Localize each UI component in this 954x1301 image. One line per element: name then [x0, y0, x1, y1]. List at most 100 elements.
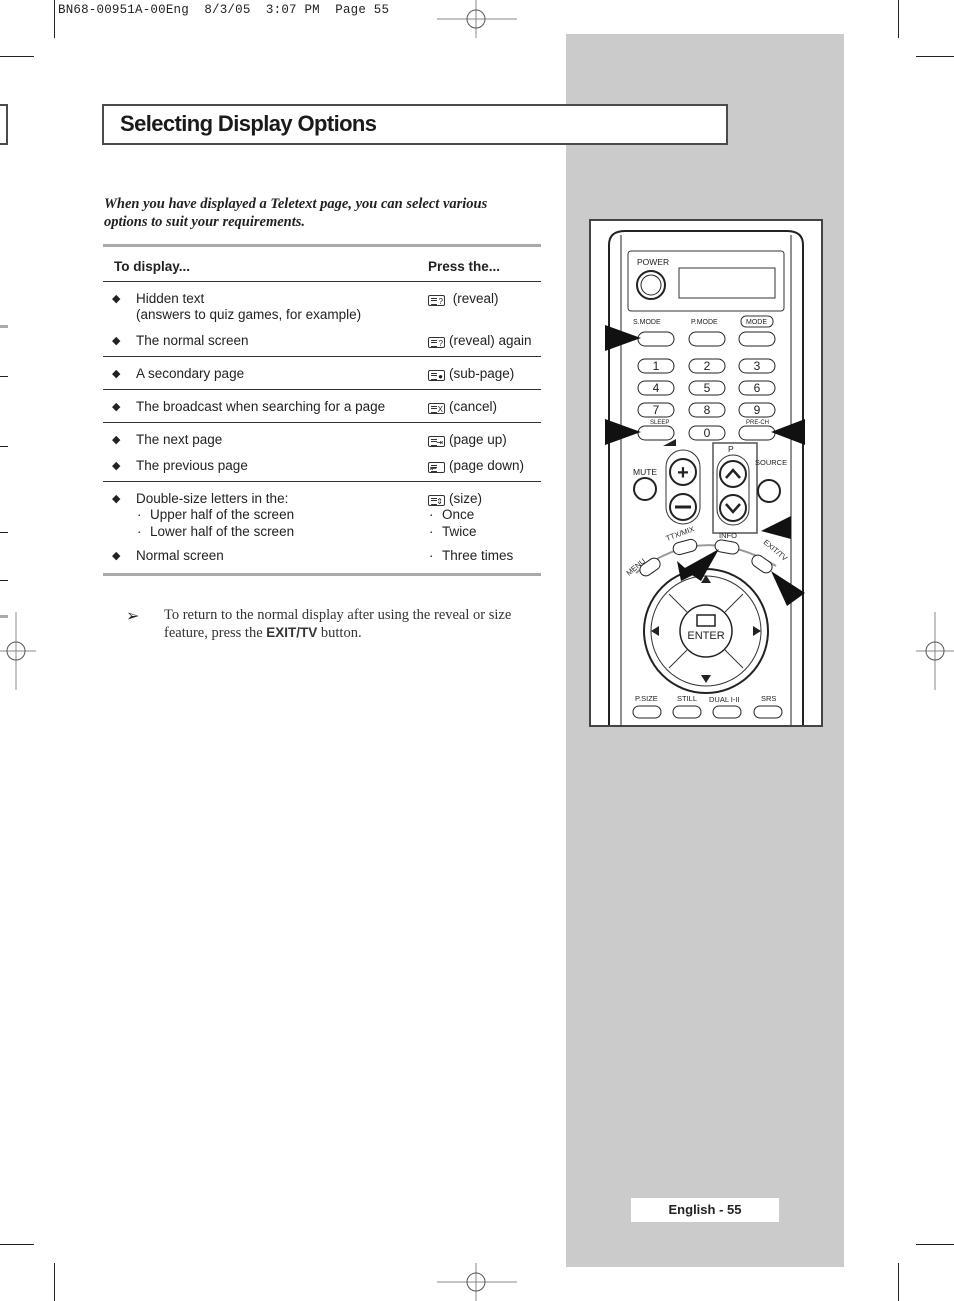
- diamond-bullet-icon: ◆: [112, 460, 121, 472]
- subitem-text: Lower half of the screen: [150, 524, 295, 539]
- note-text: To return to the normal display after us…: [164, 607, 524, 642]
- crop-mark: [0, 1244, 34, 1245]
- bleed-rule: [0, 532, 8, 533]
- subitem-text: Upper half of the screen: [150, 507, 295, 522]
- row-press: (reveal): [452, 291, 499, 306]
- pointer-arrow-prech: [771, 419, 805, 445]
- mode-button: [738, 331, 776, 347]
- registration-mark-icon: [916, 612, 954, 690]
- remote-control-svg: POWER S.MODE P.MODE MODE 1 2 3 4 5 6 7 8 9 0 SLEE…: [605, 230, 805, 725]
- bleed-rule: [0, 325, 8, 328]
- diamond-bullet-icon: ◆: [112, 335, 121, 347]
- intro-text: When you have displayed a Teletext page,…: [104, 196, 488, 230]
- diamond-bullet-icon: ◆: [112, 550, 121, 562]
- prech-button: [738, 425, 776, 441]
- row-text: Hidden text: [136, 291, 205, 306]
- source-label: SOURCE: [755, 458, 787, 467]
- crop-mark: [0, 56, 34, 57]
- sleep-button: [637, 425, 675, 441]
- srs-label: SRS: [761, 694, 776, 703]
- dual-button: [712, 705, 742, 719]
- printer-slug: BN68-00951A-00Eng 8/3/05 3:07 PM Page 55: [58, 3, 390, 17]
- digit-label: 7: [653, 403, 660, 417]
- subitem-press: Once: [442, 507, 475, 522]
- adjacent-title-box: [0, 104, 8, 145]
- row-text: The broadcast when searching for a page: [136, 399, 386, 414]
- sub-bullet-icon: ·: [137, 524, 142, 539]
- row-press: Three times: [442, 548, 514, 563]
- psize-label: P.SIZE: [635, 694, 658, 703]
- digit-label: 6: [754, 381, 761, 395]
- note-text-after: button.: [317, 625, 362, 641]
- teletext-page-up-icon: ⇥: [428, 436, 445, 447]
- bleed-rule: [0, 446, 8, 447]
- pmode-button: [688, 331, 726, 347]
- diamond-bullet-icon: ◆: [112, 293, 121, 305]
- page-number-box: English - 55: [631, 1198, 779, 1222]
- source-button: [757, 479, 781, 503]
- row-text: Double-size letters in the:: [136, 491, 289, 506]
- row-text: Normal screen: [136, 548, 224, 563]
- table-group: ◆ Double-size letters in the: ⇕ (size) · …: [103, 482, 541, 573]
- sub-bullet-icon: ·: [429, 507, 434, 522]
- mode-label: MODE: [746, 319, 767, 326]
- dual-label: DUAL I-II: [709, 695, 740, 704]
- header-to-display: To display...: [114, 259, 191, 274]
- digit-label: 9: [754, 403, 761, 417]
- sub-bullet-icon: ·: [429, 524, 434, 539]
- pmode-label: P.MODE: [691, 319, 718, 326]
- sub-bullet-icon: ·: [429, 548, 434, 563]
- row-subtext: (answers to quiz games, for example): [136, 307, 362, 322]
- row-press: (size): [449, 491, 482, 506]
- table-group: ◆ The next page ⇥ (page up) ◆ The previou…: [103, 423, 541, 481]
- page-title: Selecting Display Options: [120, 111, 377, 136]
- note-arrow-icon: ➢: [126, 608, 140, 625]
- diamond-bullet-icon: ◆: [112, 493, 121, 505]
- crop-mark: [916, 56, 954, 57]
- teletext-reveal-icon: ?: [428, 337, 445, 348]
- registration-mark-icon: [0, 612, 36, 690]
- row-text: The previous page: [136, 458, 248, 473]
- psize-button: [632, 705, 662, 719]
- crop-mark: [54, 0, 55, 38]
- diamond-bullet-icon: ◆: [112, 368, 121, 380]
- pointer-arrow-exit: [771, 571, 805, 606]
- pointer-arrow-page-down: [761, 516, 791, 539]
- ttxmix-button: [672, 538, 698, 556]
- digit-label: 2: [704, 359, 711, 373]
- srs-button: [753, 705, 783, 719]
- teletext-cancel-icon: X: [428, 403, 445, 414]
- digit-label: 1: [653, 359, 660, 373]
- row-press: (page down): [449, 458, 525, 473]
- mute-label: MUTE: [633, 467, 657, 477]
- note-button-name: EXIT/TV: [266, 625, 318, 640]
- info-button: [714, 539, 740, 555]
- digit-label: 3: [754, 359, 761, 373]
- channel-up-button: [719, 460, 747, 488]
- bleed-rule: [0, 615, 8, 618]
- row-text: The normal screen: [136, 333, 249, 348]
- mode-buttons: [637, 331, 776, 347]
- p-label: P: [728, 444, 734, 454]
- still-button: [672, 705, 702, 719]
- mute-button: [633, 477, 657, 501]
- pointer-arrow-sleep: [605, 419, 641, 445]
- row-press: (sub-page): [449, 366, 515, 381]
- plus-icon: +: [677, 462, 689, 484]
- sleep-label: SLEEP: [650, 420, 669, 426]
- row-press: (reveal) again: [449, 333, 532, 348]
- row-press: (cancel): [449, 399, 498, 414]
- smode-label: S.MODE: [633, 319, 661, 326]
- table-bottom-rule: [103, 573, 541, 576]
- teletext-subpage-icon: ●: [428, 370, 445, 381]
- smode-button: [637, 331, 675, 347]
- diamond-bullet-icon: ◆: [112, 401, 121, 413]
- row-text: A secondary page: [136, 366, 245, 381]
- channel-down-button: [719, 494, 747, 522]
- options-table: To display... Press the... ◆ Hidden text…: [103, 244, 541, 576]
- digit-label: 8: [704, 403, 711, 417]
- page-number: English - 55: [668, 1202, 742, 1217]
- table-group: ◆ The broadcast when searching for a pag…: [103, 390, 541, 422]
- header-press-the: Press the...: [428, 259, 501, 274]
- crop-mark: [898, 0, 899, 38]
